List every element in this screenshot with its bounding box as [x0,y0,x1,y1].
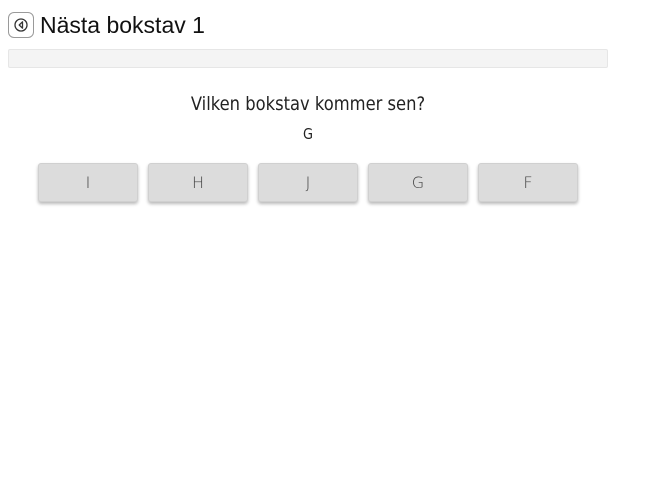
answer-option-button[interactable]: G [368,163,468,202]
back-arrow-icon [14,17,28,33]
answer-options: I H J G F [38,163,578,202]
current-letter: G [303,125,313,143]
question-text: Vilken bokstav kommer sen? [190,93,426,115]
header: Nästa bokstav 1 [8,9,205,41]
answer-option-button[interactable]: H [148,163,248,202]
progress-bar [8,49,608,68]
back-button[interactable] [8,12,34,38]
answer-option-button[interactable]: I [38,163,138,202]
answer-option-button[interactable]: J [258,163,358,202]
answer-option-button[interactable]: F [478,163,578,202]
page-title: Nästa bokstav 1 [40,12,205,38]
